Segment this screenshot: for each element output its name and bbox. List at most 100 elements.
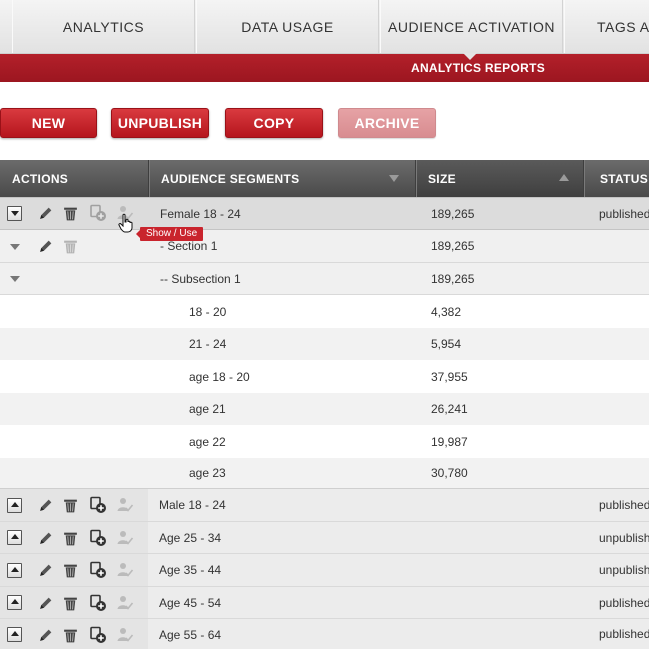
- table-row[interactable]: - Section 1 189,265: [0, 230, 649, 263]
- expand-toggle-icon[interactable]: [7, 498, 22, 513]
- segment-size: 30,780: [431, 466, 468, 480]
- list-item[interactable]: age 22 19,987: [0, 425, 649, 458]
- delete-trash-icon[interactable]: [62, 497, 79, 514]
- header-size[interactable]: SIZE: [415, 160, 583, 197]
- table-header: ACTIONS AUDIENCE SEGMENTS SIZE STATUS: [0, 160, 649, 197]
- delete-trash-icon[interactable]: [62, 238, 79, 255]
- segment-status: unpublish: [599, 530, 649, 545]
- segment-size: 189,265: [431, 271, 475, 286]
- copy-add-icon[interactable]: [89, 626, 107, 644]
- show-use-icon[interactable]: [116, 626, 134, 644]
- copy-add-icon[interactable]: [89, 496, 107, 514]
- delete-trash-icon[interactable]: [62, 627, 79, 644]
- copy-add-icon[interactable]: [89, 529, 107, 547]
- segment-name: age 22: [189, 434, 226, 449]
- segment-name: -- Subsection 1: [160, 271, 241, 286]
- table-row[interactable]: Female 18 - 24 189,265 published: [0, 197, 649, 230]
- show-use-icon[interactable]: [116, 594, 134, 612]
- segment-name: Female 18 - 24: [160, 206, 241, 221]
- tab-label: ANALYTICS: [62, 19, 145, 35]
- tab-label: TAGS AN: [597, 19, 649, 35]
- show-use-tooltip: Show / Use: [135, 227, 204, 241]
- header-actions: ACTIONS: [12, 172, 69, 186]
- copy-add-icon[interactable]: [89, 561, 107, 579]
- delete-trash-icon[interactable]: [62, 562, 79, 579]
- segment-size: 189,265: [431, 206, 475, 221]
- table-row[interactable]: Age 45 - 54 published: [0, 587, 649, 619]
- segment-name: 18 - 20: [189, 304, 227, 319]
- segment-size: 5,954: [431, 337, 462, 351]
- edit-pencil-icon[interactable]: [37, 627, 54, 644]
- sort-desc-icon[interactable]: [389, 175, 399, 182]
- list-item[interactable]: age 18 - 20 37,955: [0, 360, 649, 393]
- tab-audience-activation[interactable]: AUDIENCE ACTIVATION: [380, 0, 563, 53]
- segment-name: Age 45 - 54: [159, 595, 222, 610]
- show-use-icon[interactable]: [116, 496, 134, 514]
- top-nav: ANALYTICS DATA USAGE AUDIENCE ACTIVATION…: [0, 0, 649, 54]
- hand-cursor-icon: [118, 213, 134, 233]
- tab-label: AUDIENCE ACTIVATION: [388, 19, 555, 35]
- unpublish-button[interactable]: UNPUBLISH: [111, 108, 209, 138]
- segment-status: published: [599, 627, 649, 641]
- subnav-analytics-reports[interactable]: ANALYTICS REPORTS: [411, 54, 545, 82]
- tab-label: DATA USAGE: [241, 19, 334, 35]
- copy-button[interactable]: COPY: [225, 108, 323, 138]
- segment-status: published: [599, 206, 649, 221]
- show-use-icon[interactable]: [116, 529, 134, 547]
- edit-pencil-icon[interactable]: [37, 562, 54, 579]
- tab-tags[interactable]: TAGS AN: [564, 0, 649, 53]
- show-use-icon[interactable]: [116, 561, 134, 579]
- segment-name: age 23: [189, 466, 226, 480]
- sub-nav: ANALYTICS REPORTS: [0, 53, 649, 82]
- header-status: STATUS: [583, 160, 649, 197]
- expand-toggle-icon[interactable]: [7, 563, 22, 578]
- header-label: SIZE: [428, 172, 456, 186]
- segment-name: age 21: [189, 402, 226, 416]
- sort-asc-icon[interactable]: [559, 174, 569, 181]
- segment-name: Male 18 - 24: [159, 498, 226, 512]
- segment-size: 19,987: [431, 434, 468, 449]
- segment-name: Age 55 - 64: [159, 628, 222, 642]
- delete-trash-icon[interactable]: [62, 595, 79, 612]
- segment-status: unpublish: [599, 563, 649, 577]
- segment-status: published: [599, 498, 649, 512]
- list-item[interactable]: age 21 26,241: [0, 393, 649, 425]
- segment-status: published: [599, 595, 649, 610]
- table-row[interactable]: Age 25 - 34 unpublish: [0, 522, 649, 554]
- header-label: AUDIENCE SEGMENTS: [161, 172, 300, 186]
- copy-add-icon[interactable]: [89, 204, 107, 222]
- list-item[interactable]: 21 - 24 5,954: [0, 328, 649, 360]
- segment-size: 4,382: [431, 304, 462, 319]
- tab-analytics[interactable]: ANALYTICS: [12, 0, 195, 53]
- edit-pencil-icon[interactable]: [37, 238, 54, 255]
- table-row[interactable]: Age 55 - 64 published: [0, 619, 649, 649]
- segment-name: Age 35 - 44: [159, 563, 222, 577]
- delete-trash-icon[interactable]: [62, 530, 79, 547]
- edit-pencil-icon[interactable]: [37, 530, 54, 547]
- list-item[interactable]: 18 - 20 4,382: [0, 295, 649, 328]
- table-row[interactable]: -- Subsection 1 189,265: [0, 263, 649, 295]
- edit-pencil-icon[interactable]: [37, 205, 54, 222]
- tab-data-usage[interactable]: DATA USAGE: [196, 0, 379, 53]
- edit-pencil-icon[interactable]: [37, 497, 54, 514]
- expand-toggle-icon[interactable]: [7, 530, 22, 545]
- header-audience-segments[interactable]: AUDIENCE SEGMENTS: [148, 160, 415, 197]
- new-button[interactable]: NEW: [0, 108, 97, 138]
- segment-size: 26,241: [431, 402, 468, 416]
- collapse-arrow-icon[interactable]: [10, 276, 20, 282]
- collapse-toggle-icon[interactable]: [7, 206, 22, 221]
- list-item[interactable]: age 23 30,780: [0, 458, 649, 489]
- expand-toggle-icon[interactable]: [7, 627, 22, 642]
- expand-toggle-icon[interactable]: [7, 595, 22, 610]
- segment-size: 189,265: [431, 239, 475, 253]
- segment-name: 21 - 24: [189, 337, 227, 351]
- table-row[interactable]: Age 35 - 44 unpublish: [0, 554, 649, 587]
- table-row[interactable]: Male 18 - 24 published: [0, 489, 649, 522]
- delete-trash-icon[interactable]: [62, 205, 79, 222]
- segment-name: Age 25 - 34: [159, 530, 222, 545]
- copy-add-icon[interactable]: [89, 594, 107, 612]
- collapse-arrow-icon[interactable]: [10, 244, 20, 250]
- edit-pencil-icon[interactable]: [37, 595, 54, 612]
- archive-button[interactable]: ARCHIVE: [338, 108, 436, 138]
- segment-name: age 18 - 20: [189, 369, 250, 384]
